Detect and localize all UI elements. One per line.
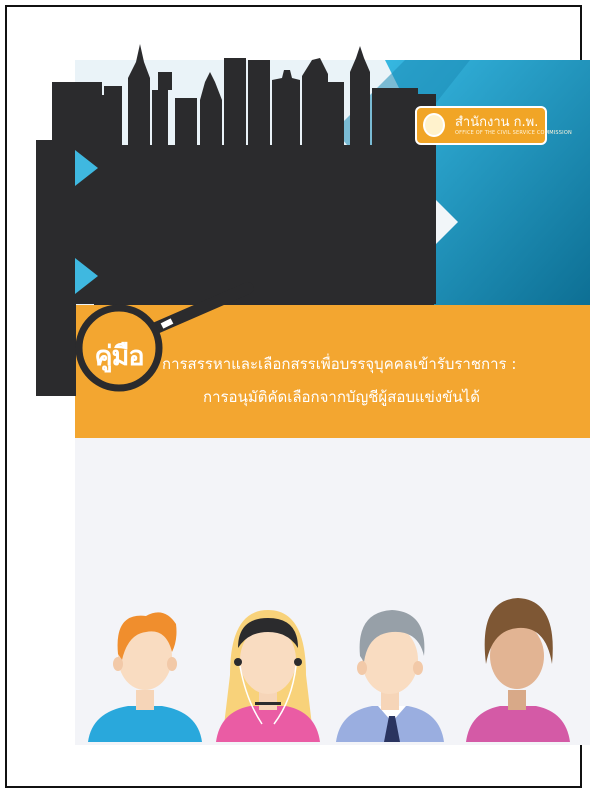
cover-top-band [75,60,590,305]
cover-top-background [75,60,590,305]
agency-name: สำนักงาน ก.พ. [455,115,539,130]
title-line-1: การสรรหาและเลือกสรรเพื่อบรรจุบุคคลเข้ารั… [162,355,517,373]
cover-illustration-area [75,438,590,745]
manual-word: คู่มือ [94,341,144,372]
agency-subtitle: OFFICE OF THE CIVIL SERVICE COMMISSION [455,130,572,136]
seal-icon [423,113,445,137]
agency-logo: สำนักงาน ก.พ. OFFICE OF THE CIVIL SERVIC… [415,106,572,145]
title-line-2: การอนุมัติคัดเลือกจากบัญชีผู้สอบแข่งขันไ… [203,388,480,406]
